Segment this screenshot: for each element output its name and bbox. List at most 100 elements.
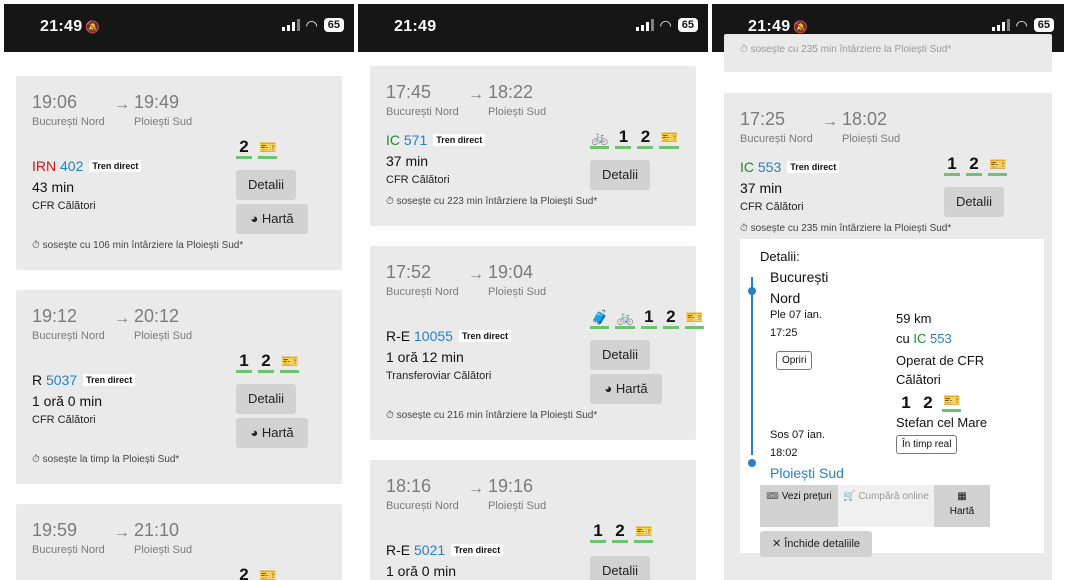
class-list: 1 2 🎫 [236,352,300,373]
class-badge: 2 [612,522,628,543]
class-list: 1 2 🎫 [944,155,1008,176]
class-list: 2 🎫 [236,566,277,580]
arrow-right-icon: → [114,310,130,327]
bicycle-icon: 🚲 [590,128,610,149]
delay-info: ⏱ sosește cu 235 min întârziere la Ploie… [740,44,952,55]
ticket-icon: 🎫 [684,308,705,329]
duration: 1 oră 0 min [32,393,103,409]
status-time: 21:49 🔕 [40,18,101,35]
timer-icon: ⏱ [32,454,40,465]
train-id: R-E 10055 Tren direct [386,328,511,344]
map-icon: ▦ [957,491,967,502]
departure-clock: 17:25 [770,327,798,339]
train-card[interactable]: 17:52 → 19:04 București Nord Ploiești Su… [370,246,705,440]
battery-indicator: 65 [1033,18,1054,32]
ticket-icon: 🎫 [258,138,278,159]
departure-time: 17:25 [740,109,786,129]
wifi-icon: ◠ [305,17,318,33]
train-id: R-E 5021 Tren direct [386,542,504,558]
train-card[interactable]: 17:45 → 18:22 București Nord Ploiești Su… [370,66,696,226]
details-button[interactable]: Detalii [590,340,650,370]
train-card[interactable]: 18:16 → 19:16 București Nord Ploiești Su… [370,460,696,580]
duration: 1 oră 0 min [386,563,457,579]
train-card-expanded[interactable]: 17:25 → 18:02 București Nord Ploiești Su… [724,93,1052,580]
operator: CFR Călători [32,414,96,426]
class-badge: 1 [236,352,252,373]
train-name: Stefan cel Mare [896,415,988,430]
arrow-right-icon: → [822,113,838,130]
departure-station: București Nord [770,269,829,306]
realtime-button[interactable]: În timp real [896,435,958,454]
class-list: 1 2 🎫 [898,391,962,412]
arrival-station[interactable]: Ploiești Sud [770,465,844,481]
details-button[interactable]: Detalii [590,556,650,580]
departure-time: 17:52 [386,262,432,282]
arrow-right-icon: → [114,524,130,541]
stops-button[interactable]: Opriri [776,351,813,370]
class-list: 1 2 🎫 [590,522,654,543]
class-badge: 2 [637,128,654,149]
map-button[interactable]: ◕ Hartă [236,418,308,448]
class-badge: 2 [236,566,252,580]
view-prices-button[interactable]: 🎟 Vezi prețuri [760,485,838,527]
map-icon: ◕ [250,425,262,440]
timeline-dot [748,459,756,467]
class-badge: 1 [944,155,960,176]
action-bar: 🎟 Vezi prețuri 🛒 Cumpără online ▦ Hartă [760,485,990,527]
details-button[interactable]: Detalii [944,187,1004,217]
train-card[interactable]: 19:06 → 19:49 București Nord Ploiești Su… [16,76,342,270]
timeline-dot [748,287,756,295]
buy-online-button[interactable]: 🛒 Cumpără online [838,485,934,527]
arrival-time: 20:12 [134,306,180,326]
phone-screen-3: 21:49 🔕 ◠ 65 ⏱ sosește cu 235 min întârzi… [712,4,1064,580]
map-button[interactable]: ◕ Hartă [590,374,662,404]
duration: 37 min [740,180,783,196]
direct-badge: Tren direct [451,544,504,556]
train-id: IC 571 Tren direct [386,132,486,148]
destination-station: Ploiești Sud [134,330,193,342]
luggage-icon: 🧳 [590,308,610,329]
arrow-right-icon: → [468,266,484,283]
details-button[interactable]: Detalii [236,170,296,200]
train-card[interactable]: ⏱ sosește cu 235 min întârziere la Ploie… [724,34,1052,72]
close-details-button[interactable]: ✕ Închide detaliile [760,531,872,557]
details-heading: Detalii: [760,249,800,264]
ticket-icon: 🎫 [280,352,300,373]
departure-time: 17:45 [386,82,432,102]
train-card[interactable]: 19:12 → 20:12 București Nord Ploiești Su… [16,290,342,484]
duration: 43 min [32,179,75,195]
map-button[interactable]: ◕ Hartă [236,204,308,234]
train-card[interactable]: 19:59 → 21:10 București Nord Ploiești Su… [16,504,342,580]
departure-time: 18:16 [386,476,432,496]
timeline-line [751,277,753,455]
timer-icon: ⏱ [386,196,394,207]
arrow-right-icon: → [468,480,484,497]
details-button[interactable]: Detalii [590,160,650,190]
bell-off-icon: 🔕 [85,20,101,34]
origin-station: București Nord [386,106,459,118]
departure-time: 19:12 [32,306,78,326]
class-badge: 1 [590,522,606,543]
bell-off-icon: 🔕 [793,20,809,34]
ticket-icon: 🎫 [634,522,654,543]
origin-station: București Nord [386,500,459,512]
ticket-icon: 🎫 [258,566,277,580]
class-list: 2 🎫 [236,138,278,159]
direct-badge: Tren direct [89,160,142,172]
phone-screen-1: 21:49 🔕 ◠ 65 19:06 → 19:49 București Nord… [4,4,354,580]
map-button[interactable]: ▦ Hartă [934,485,990,527]
delay-info: ⏱ sosește cu 216 min întârziere la Ploie… [386,410,598,421]
class-badge: 1 [901,393,911,412]
origin-station: București Nord [32,116,105,128]
battery-indicator: 65 [323,18,344,32]
class-badge: 1 [615,128,632,149]
arrival-date: Sos 07 ian. [770,429,826,441]
signal-icon [281,19,300,31]
cart-icon: 🛒 [843,491,859,502]
duration: 1 oră 12 min [386,349,464,365]
arrival-time: 18:22 [488,82,534,102]
signal-icon [635,19,654,31]
destination-station: Ploiești Sud [488,500,547,512]
class-badge: 2 [258,352,274,373]
details-button[interactable]: Detalii [236,384,296,414]
